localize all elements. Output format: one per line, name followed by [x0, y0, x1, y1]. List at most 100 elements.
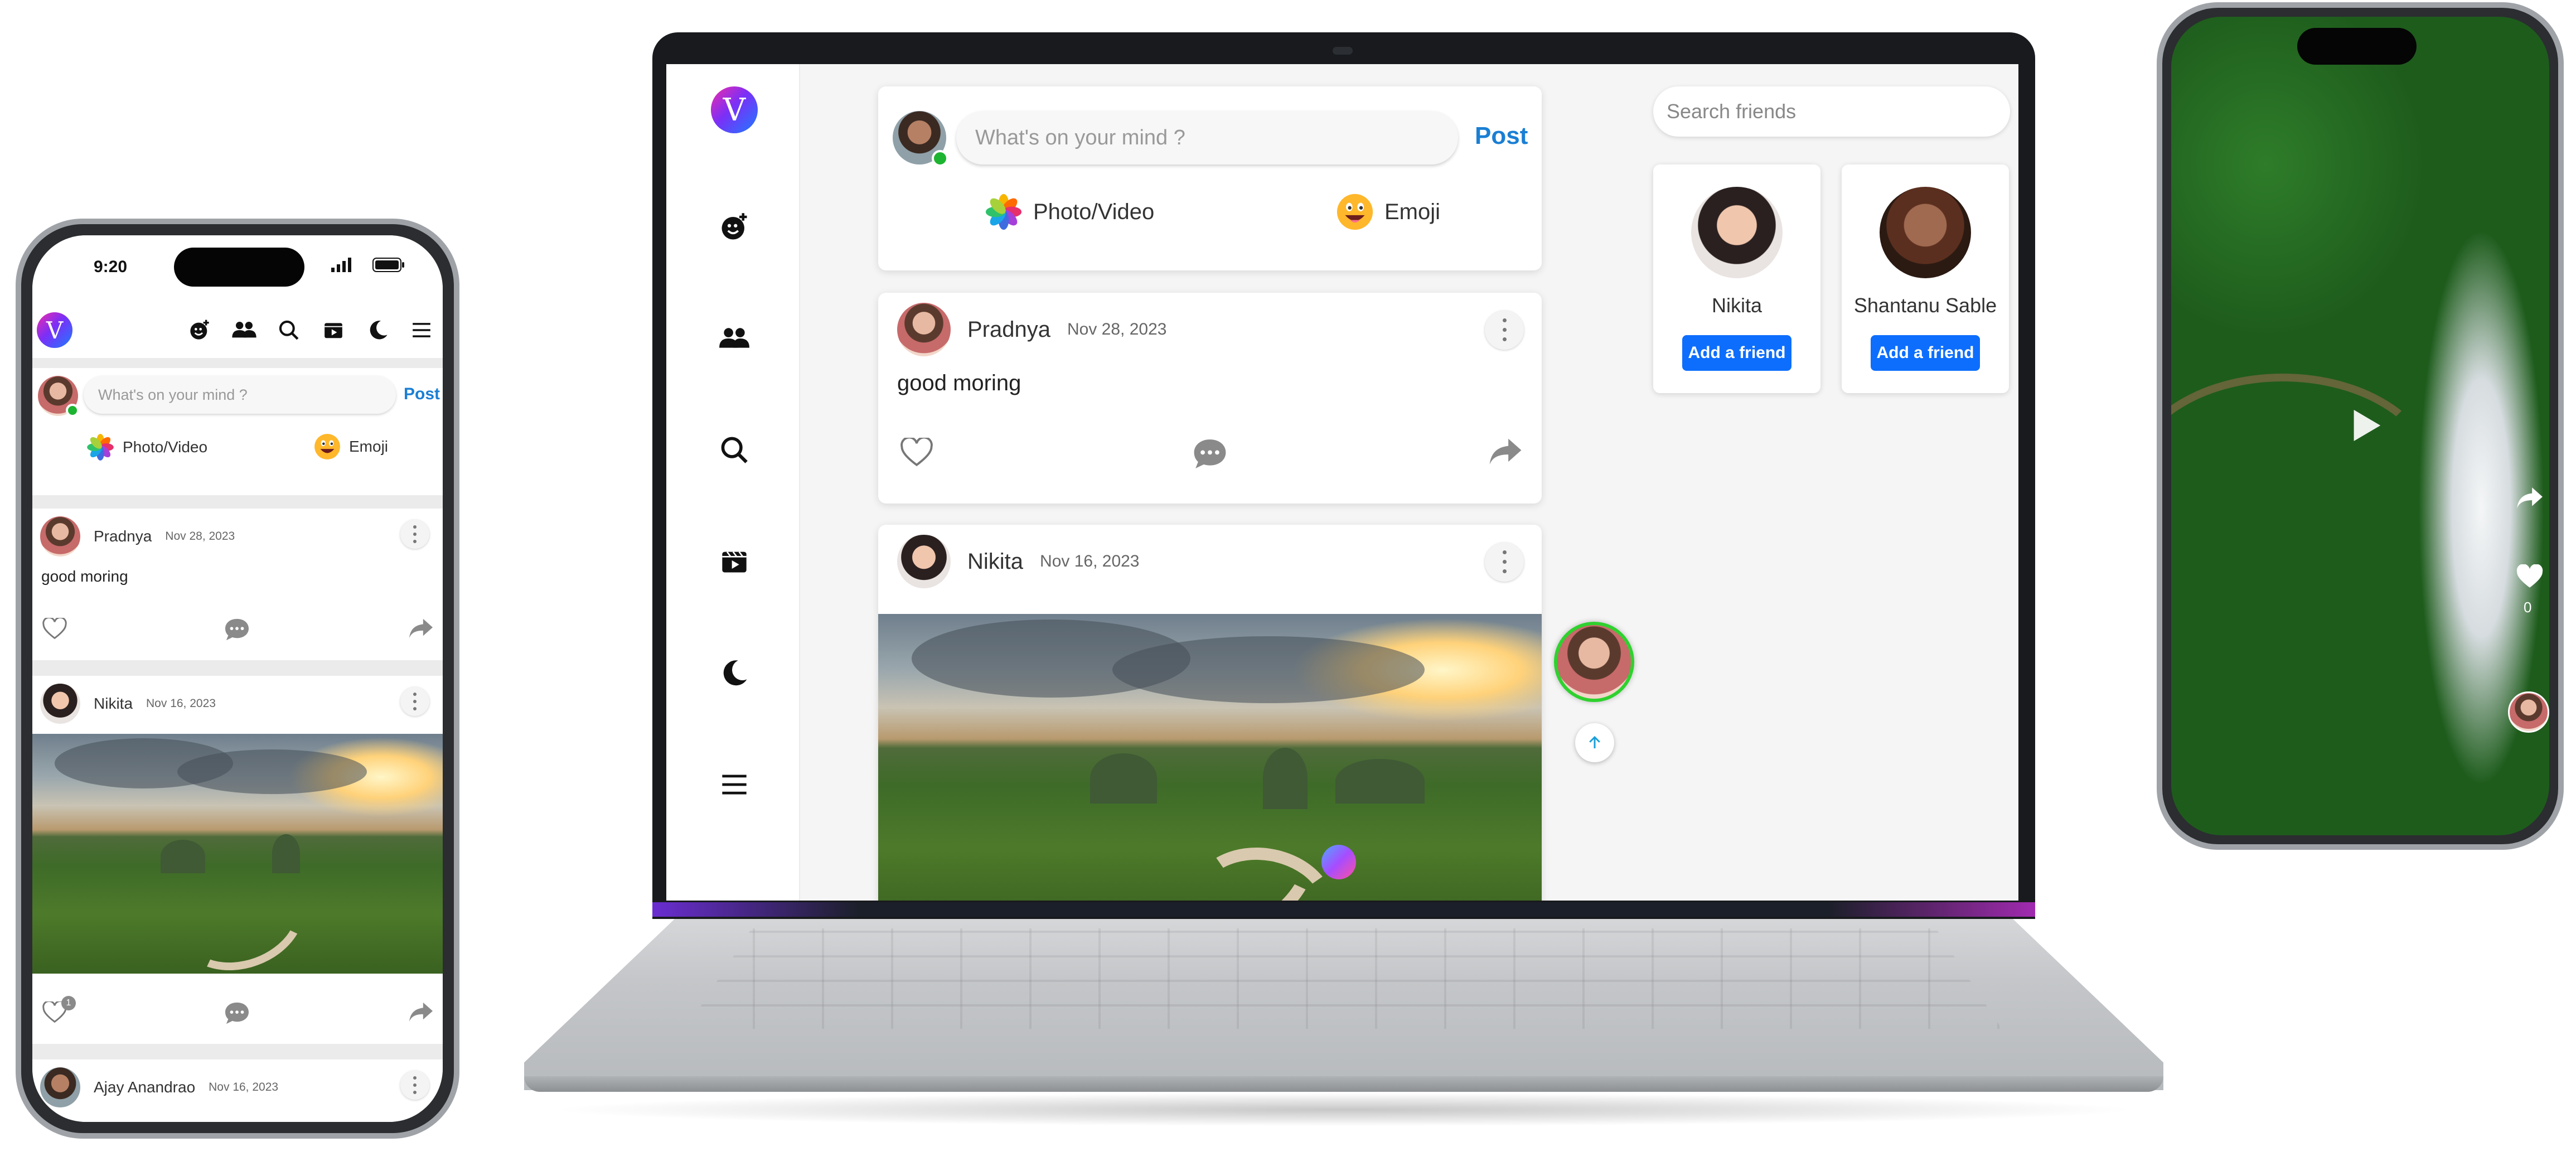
share-icon[interactable] — [2516, 485, 2544, 514]
battery-icon — [372, 258, 405, 272]
menu-icon[interactable] — [409, 318, 434, 342]
laptop-camera — [1333, 47, 1353, 55]
author-name[interactable]: Ajay Anandrao — [94, 1078, 195, 1096]
post-header: Nikita Nov 16, 2023 — [897, 535, 1140, 588]
more-options-icon[interactable] — [400, 687, 429, 716]
emoji-label: Emoji — [349, 438, 389, 455]
share-icon[interactable] — [408, 1000, 434, 1027]
like-icon[interactable] — [900, 436, 933, 471]
menu-icon[interactable] — [719, 770, 749, 800]
post-date: Nov 16, 2023 — [209, 1081, 279, 1093]
photo-video-button[interactable]: Photo/Video — [86, 433, 207, 462]
post-card: Pradnya Nov 28, 2023 good moring — [32, 509, 443, 660]
photos-icon — [86, 433, 115, 462]
photo-video-label: Photo/Video — [1033, 199, 1155, 224]
scroll-to-top-icon[interactable] — [1575, 723, 1614, 762]
search-friends-input[interactable]: Search friends — [1653, 86, 2010, 137]
laptop-keyboard — [686, 928, 2002, 1029]
post-composer: What's on your mind ? Post Photo/Video E… — [32, 368, 443, 495]
emoji-plus-icon[interactable] — [187, 318, 212, 342]
author-name[interactable]: Pradnya — [967, 317, 1050, 342]
post-header: Nikita Nov 16, 2023 — [40, 684, 216, 724]
online-indicator — [932, 150, 948, 167]
friends-icon[interactable] — [719, 323, 749, 354]
emoji-button[interactable]: Emoji — [313, 433, 388, 461]
comment-icon[interactable] — [224, 1001, 250, 1028]
author-avatar[interactable] — [40, 1067, 80, 1107]
friend-avatar[interactable] — [1880, 187, 1971, 278]
post-button[interactable]: Post — [404, 385, 440, 404]
like-icon[interactable] — [2516, 564, 2544, 593]
phone-screen-left: 9:20 V What's on your mind ? Post Photo/… — [32, 235, 443, 1122]
photo-video-button[interactable]: Photo/Video — [984, 192, 1154, 231]
more-options-icon[interactable] — [1485, 543, 1524, 582]
friend-suggestion-card: Nikita Add a friend — [1653, 164, 1820, 393]
emoji-icon — [313, 433, 341, 461]
play-icon[interactable] — [2351, 408, 2382, 446]
add-friend-button[interactable]: Add a friend — [1682, 335, 1791, 371]
status-input[interactable]: What's on your mind ? — [956, 111, 1458, 164]
like-count: 0 — [2524, 599, 2532, 616]
author-name[interactable]: Nikita — [967, 549, 1023, 574]
status-time: 9:20 — [94, 258, 128, 276]
status-input[interactable]: What's on your mind ? — [84, 376, 396, 414]
friend-avatar[interactable] — [1691, 187, 1783, 278]
more-options-icon[interactable] — [1485, 311, 1524, 350]
comment-icon[interactable] — [1193, 438, 1227, 473]
add-friend-button[interactable]: Add a friend — [1871, 335, 1980, 371]
chat-bubble-avatar[interactable] — [1554, 622, 1634, 702]
top-nav: V — [32, 302, 443, 358]
post-text: good moring — [41, 568, 128, 585]
app-logo[interactable]: V — [37, 312, 72, 348]
reels-icon[interactable] — [719, 546, 749, 577]
share-icon[interactable] — [408, 617, 434, 643]
more-options-icon[interactable] — [400, 1071, 429, 1100]
reel-video[interactable]: 0 — [2171, 17, 2549, 835]
signal-icon — [331, 258, 352, 272]
laptop-screen: V What's on your mind ? Post Photo/Video… — [666, 64, 2018, 901]
friends-icon[interactable] — [232, 318, 256, 342]
reels-icon[interactable] — [321, 318, 346, 342]
author-avatar[interactable] — [2508, 691, 2549, 733]
author-avatar[interactable] — [40, 684, 80, 724]
post-header: Pradnya Nov 28, 2023 — [897, 303, 1166, 356]
post-date: Nov 16, 2023 — [146, 697, 216, 710]
app-logo[interactable]: V — [711, 86, 758, 133]
photos-icon — [984, 192, 1023, 231]
post-image[interactable] — [878, 614, 1542, 901]
loading-orb — [1321, 845, 1356, 879]
dynamic-island — [2297, 28, 2417, 65]
post-card: Ajay Anandrao Nov 16, 2023 — [32, 1059, 443, 1122]
friend-name: Nikita — [1711, 294, 1762, 317]
post-composer: What's on your mind ? Post Photo/Video E… — [878, 86, 1542, 270]
emoji-plus-icon[interactable] — [719, 212, 749, 242]
like-icon[interactable] — [42, 616, 67, 643]
share-icon[interactable] — [1488, 436, 1523, 471]
emoji-label: Emoji — [1384, 199, 1441, 224]
dynamic-island — [174, 248, 304, 287]
author-avatar[interactable] — [40, 516, 80, 557]
post-date: Nov 28, 2023 — [165, 530, 235, 543]
device-mockup-scene: V What's on your mind ? Post Photo/Video… — [0, 0, 2576, 1171]
comment-icon[interactable] — [224, 618, 250, 644]
author-avatar[interactable] — [897, 535, 951, 588]
emoji-button[interactable]: Emoji — [1335, 192, 1440, 231]
moon-icon[interactable] — [719, 658, 749, 688]
photo-video-label: Photo/Video — [123, 438, 208, 456]
laptop-shadow — [546, 1093, 2141, 1126]
author-name[interactable]: Nikita — [94, 695, 133, 713]
search-icon[interactable] — [719, 435, 749, 465]
post-card: Nikita Nov 16, 2023 1 — [32, 676, 443, 1044]
search-icon[interactable] — [277, 318, 301, 342]
more-options-icon[interactable] — [400, 520, 429, 549]
post-button[interactable]: Post — [1475, 122, 1528, 150]
laptop-front-edge — [524, 1076, 2163, 1092]
post-header: Ajay Anandrao Nov 16, 2023 — [40, 1067, 278, 1107]
online-indicator — [66, 404, 79, 417]
post-image[interactable] — [32, 734, 443, 974]
friend-suggestion-card: Shantanu Sable Add a friend — [1842, 164, 2009, 393]
sidebar: V — [666, 64, 800, 901]
moon-icon[interactable] — [366, 318, 390, 342]
author-name[interactable]: Pradnya — [94, 528, 152, 545]
author-avatar[interactable] — [897, 303, 951, 356]
